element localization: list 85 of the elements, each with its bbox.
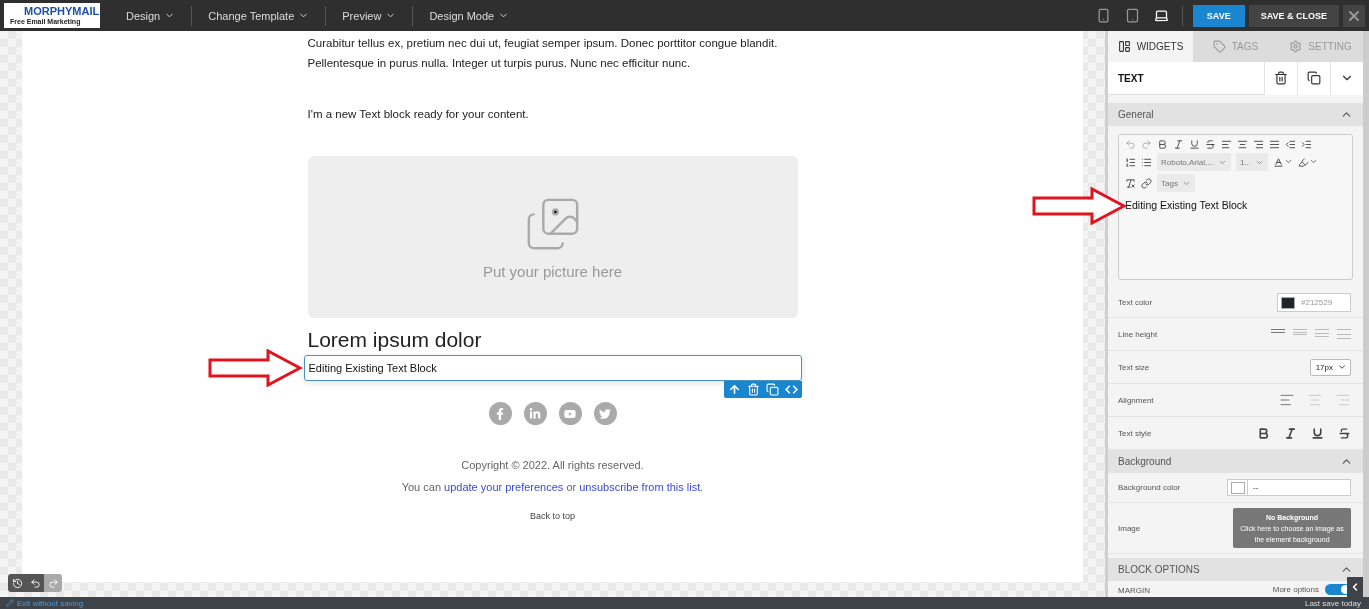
- undo-icon: [29, 577, 41, 589]
- exit-link[interactable]: Exit without saving: [6, 598, 84, 608]
- redo-icon: [47, 577, 59, 589]
- paragraph-text: I'm a new Text block ready for your content.: [307, 107, 530, 122]
- menu-button[interactable]: Design Mode: [413, 5, 526, 26]
- menu-button[interactable]: Change Template: [192, 5, 327, 26]
- close-button[interactable]: [1343, 4, 1365, 27]
- align-left-icon[interactable]: [1221, 139, 1232, 150]
- field-label: Text color: [1118, 298, 1153, 307]
- history-button[interactable]: [8, 574, 26, 592]
- underline-icon[interactable]: [1311, 426, 1324, 440]
- selected-text-block[interactable]: Editing Existing Text Block: [303, 355, 802, 381]
- highlight-icon[interactable]: [1298, 156, 1319, 168]
- field-label: Text size: [1118, 362, 1150, 372]
- bullet-list-icon[interactable]: [1141, 156, 1152, 168]
- justify-icon[interactable]: [1269, 139, 1280, 150]
- undo-button[interactable]: [26, 574, 44, 592]
- duplicate-icon[interactable]: [765, 383, 779, 396]
- chevron-down-icon: [1337, 362, 1347, 372]
- indent-icon[interactable]: [1301, 139, 1312, 150]
- logo-name: MORPHYMAIL: [24, 5, 100, 17]
- section-header[interactable]: General: [1108, 103, 1363, 126]
- panel-tab[interactable]: WIDGETS: [1108, 31, 1193, 62]
- field-label: Alignment: [1118, 395, 1154, 405]
- pencil-icon: [6, 599, 14, 607]
- last-save-text: Last save today: [1304, 598, 1361, 608]
- strikethrough-icon[interactable]: [1205, 139, 1216, 150]
- gear-icon: [1289, 40, 1303, 53]
- underline-icon[interactable]: [1189, 139, 1200, 150]
- italic-icon[interactable]: [1173, 139, 1184, 150]
- image-placeholder-text: Put your picture here: [482, 262, 623, 280]
- arrow-icon: [208, 349, 303, 387]
- duplicate-button[interactable]: [1297, 61, 1330, 95]
- strikethrough-icon[interactable]: [1338, 426, 1351, 440]
- field-label: MARGIN: [1118, 586, 1150, 595]
- field-label: Line height: [1118, 329, 1158, 339]
- tags-dropdown[interactable]: Tags: [1157, 174, 1195, 192]
- widgets-icon: [1117, 40, 1131, 53]
- preferences-link[interactable]: update your preferences: [444, 481, 564, 493]
- outdent-icon[interactable]: [1285, 139, 1296, 150]
- collapse-panel-button[interactable]: [1347, 577, 1363, 597]
- desktop-view-icon[interactable]: [1153, 8, 1169, 23]
- copy-icon: [1307, 71, 1321, 85]
- clear-format-icon[interactable]: [1125, 177, 1136, 189]
- text-size-select[interactable]: 17px: [1309, 358, 1351, 376]
- section-header[interactable]: Background: [1108, 450, 1363, 473]
- align-left-icon[interactable]: [1279, 392, 1295, 408]
- delete-button[interactable]: [1264, 61, 1297, 95]
- copyright-text: Copyright © 2022. All rights reserved.: [460, 459, 645, 471]
- block-title: TEXT: [1117, 72, 1145, 84]
- field-label: Image: [1118, 523, 1141, 533]
- tablet-view-icon[interactable]: [1124, 8, 1140, 23]
- save-close-button[interactable]: SAVE & CLOSE: [1248, 4, 1339, 27]
- preferences-text: You can update your preferences or unsubscribe from this list.: [400, 481, 705, 493]
- move-up-icon[interactable]: [727, 383, 741, 396]
- color-field[interactable]: --: [1227, 479, 1351, 496]
- rich-text-editor[interactable]: Roboto,Arial,... 1... Tags Editing Existing Text Block: [1118, 134, 1353, 280]
- align-center-icon[interactable]: [1237, 139, 1248, 150]
- italic-icon[interactable]: [1284, 426, 1297, 440]
- bold-icon[interactable]: [1157, 139, 1168, 150]
- menu-button[interactable]: Preview: [326, 5, 414, 26]
- link-icon[interactable]: [1141, 177, 1152, 189]
- bold-icon[interactable]: [1257, 426, 1270, 440]
- delete-icon[interactable]: [746, 383, 760, 396]
- code-icon[interactable]: [784, 383, 798, 396]
- mobile-view-icon[interactable]: [1095, 8, 1111, 23]
- font-dropdown[interactable]: Roboto,Arial,...: [1157, 153, 1231, 171]
- align-right-icon[interactable]: [1253, 139, 1264, 150]
- field-label: More options: [1272, 585, 1319, 594]
- text-color-icon[interactable]: [1273, 156, 1294, 168]
- heading-text: Lorem ipsum dolor: [307, 328, 483, 352]
- trash-icon: [1274, 71, 1288, 85]
- paragraph-text: Curabitur tellus ex, pretium nec dui ut, feugiat semper ipsum. Donec porttitor congue blandit. Pellentesque in purus nulla. Integer ut turpis purus. Nunc nec efficitur nunc.: [307, 36, 779, 71]
- size-dropdown[interactable]: 1...: [1235, 153, 1269, 171]
- field-label: Background color: [1118, 483, 1181, 492]
- tag-icon: [1212, 40, 1226, 53]
- field-label: Text style: [1118, 428, 1152, 438]
- back-to-top-text: Back to top: [529, 511, 576, 521]
- save-button[interactable]: SAVE: [1192, 4, 1245, 27]
- menu-button[interactable]: Design: [110, 5, 193, 26]
- editor-text: Editing Existing Text Block: [1125, 199, 1249, 211]
- line-height-option[interactable]: [1271, 329, 1285, 333]
- numbered-list-icon[interactable]: [1125, 156, 1136, 168]
- history-icon: [11, 577, 23, 589]
- section-header[interactable]: BLOCK OPTIONS: [1108, 558, 1363, 581]
